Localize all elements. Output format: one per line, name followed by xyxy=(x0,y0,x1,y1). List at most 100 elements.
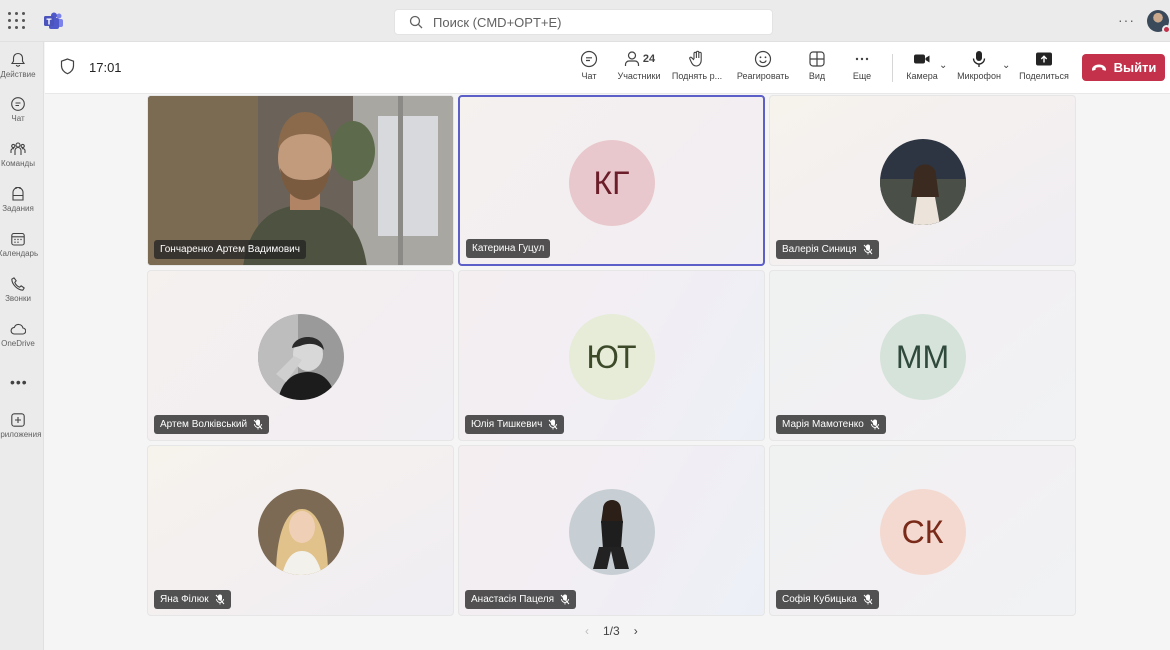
rail-label: Команды xyxy=(1,159,35,168)
more-options-icon[interactable]: ··· xyxy=(1118,12,1135,28)
photo-avatar xyxy=(257,489,344,575)
raise-hand-button[interactable]: Поднять р... xyxy=(669,50,725,81)
meeting-timer: 17:01 xyxy=(89,60,122,75)
mic-off-icon xyxy=(870,419,880,430)
chat-label: Чат xyxy=(581,71,597,81)
react-button[interactable]: Реагировать xyxy=(733,50,793,81)
participants-button[interactable]: 24 Участники xyxy=(614,50,664,81)
title-bar: Поиск (CMD+OPT+E) ··· xyxy=(0,0,1170,42)
leave-button[interactable]: Выйти xyxy=(1082,54,1165,81)
participant-tile[interactable]: ЮТ Юлія Тишкевич xyxy=(458,270,765,441)
rail-item-chat[interactable]: Чат xyxy=(0,96,44,123)
participants-label: Участники xyxy=(617,71,661,81)
participant-tile[interactable]: Яна Філюк xyxy=(147,445,454,616)
share-screen-icon xyxy=(1036,52,1052,66)
more-icon xyxy=(855,57,869,61)
gallery-pagination: ‹ 1/3 › xyxy=(585,624,638,638)
chat-icon xyxy=(580,50,598,68)
meeting-toolbar: 17:01 Чат 24 Участники Поднять р... Реаг… xyxy=(45,42,1170,94)
rail-label: Звонки xyxy=(5,294,31,303)
initials-avatar: ММ xyxy=(879,314,966,400)
camera-options-chevron-icon[interactable]: ⌄ xyxy=(939,60,947,71)
photo-avatar xyxy=(257,314,344,400)
shield-icon[interactable] xyxy=(60,58,75,75)
photo-avatar xyxy=(879,139,966,225)
app-launcher-icon[interactable] xyxy=(8,12,26,30)
bell-icon xyxy=(10,52,26,67)
more-button[interactable]: Еще xyxy=(849,50,875,81)
rail-item-onedrive[interactable]: OneDrive xyxy=(0,321,44,348)
calendar-icon xyxy=(11,232,25,246)
toolbar-divider xyxy=(892,54,893,82)
share-label: Поделиться xyxy=(1019,71,1069,81)
initials-avatar: КГ xyxy=(568,140,655,226)
participant-tile[interactable]: Валерія Синиця xyxy=(769,95,1076,266)
rail-item-activity[interactable]: Действие xyxy=(0,52,44,79)
mic-options-chevron-icon[interactable]: ⌄ xyxy=(1002,60,1010,71)
cloud-icon xyxy=(10,323,26,335)
mic-off-icon xyxy=(863,594,873,605)
rail-label: Приложения xyxy=(0,430,42,439)
mic-button[interactable]: Микрофон xyxy=(954,50,1004,81)
mic-off-icon xyxy=(548,419,558,430)
mic-off-icon xyxy=(253,419,263,430)
share-button[interactable]: Поделиться xyxy=(1016,50,1072,81)
camera-icon xyxy=(914,54,930,64)
participant-name-tag: Анастасія Пацеля xyxy=(465,590,577,609)
app-rail: Действие Чат Команды Задания Календарь З… xyxy=(0,42,44,650)
view-button[interactable]: Вид xyxy=(804,50,830,81)
more-apps-icon[interactable]: ••• xyxy=(10,374,28,390)
participant-name-tag: Юлія Тишкевич xyxy=(465,415,565,434)
teams-logo-icon xyxy=(44,12,63,29)
camera-button[interactable]: Камера xyxy=(903,50,941,81)
mic-off-icon xyxy=(560,594,570,605)
chat-icon xyxy=(11,97,25,111)
prev-page-chevron-icon[interactable]: ‹ xyxy=(585,624,589,638)
mic-off-icon xyxy=(215,594,224,605)
chat-button[interactable]: Чат xyxy=(576,50,602,81)
participant-name-tag: Валерія Синиця xyxy=(776,240,879,259)
rail-label: Чат xyxy=(11,114,25,123)
add-apps-icon xyxy=(11,413,25,427)
participant-tile[interactable]: СК Софія Кубицька xyxy=(769,445,1076,616)
participant-name-tag: Артем Волківський xyxy=(154,415,270,434)
participant-name-tag: Гончаренко Артем Вадимович xyxy=(154,240,306,259)
rail-item-assignments[interactable]: Задания xyxy=(0,186,44,213)
raise-hand-icon xyxy=(689,50,702,67)
rail-item-calendar[interactable]: Календарь xyxy=(0,231,44,258)
view-label: Вид xyxy=(808,71,826,81)
initials-avatar: ЮТ xyxy=(568,314,655,400)
participant-tile[interactable]: Артем Волківський xyxy=(147,270,454,441)
rail-label: Календарь xyxy=(0,249,39,258)
people-icon xyxy=(624,51,639,66)
next-page-chevron-icon[interactable]: › xyxy=(634,624,638,638)
user-avatar[interactable] xyxy=(1147,10,1170,34)
search-placeholder: Поиск (CMD+OPT+E) xyxy=(433,14,562,30)
assignments-icon xyxy=(12,186,24,201)
presence-busy-icon xyxy=(1162,25,1170,34)
emoji-icon xyxy=(754,50,772,68)
participant-name-tag: Катерина Гуцул xyxy=(466,239,551,258)
participant-name-tag: Софія Кубицька xyxy=(776,590,879,609)
rail-item-apps[interactable]: Приложения xyxy=(0,412,44,439)
participants-count: 24 xyxy=(642,53,656,65)
participant-tile[interactable]: Анастасія Пацеля xyxy=(458,445,765,616)
leave-label: Выйти xyxy=(1113,60,1157,75)
rail-label: OneDrive xyxy=(1,339,35,348)
more-label: Еще xyxy=(852,71,872,81)
video-gallery: Гончаренко Артем Вадимович КГ Катерина Г… xyxy=(45,94,1170,650)
search-input[interactable]: Поиск (CMD+OPT+E) xyxy=(394,9,773,35)
initials-avatar: СК xyxy=(879,489,966,575)
participant-name-tag: Марія Мамотенко xyxy=(776,415,886,434)
search-icon xyxy=(409,15,423,29)
participant-tile[interactable]: КГ Катерина Гуцул xyxy=(458,95,765,266)
rail-item-teams[interactable]: Команды xyxy=(0,141,44,168)
react-label: Реагировать xyxy=(736,71,790,81)
camera-label: Камера xyxy=(906,71,938,81)
participant-name-tag: Яна Філюк xyxy=(154,590,231,609)
phone-icon xyxy=(11,277,25,291)
rail-item-calls[interactable]: Звонки xyxy=(0,276,44,303)
grid-view-icon xyxy=(809,51,825,67)
participant-tile[interactable]: Гончаренко Артем Вадимович xyxy=(147,95,454,266)
participant-tile[interactable]: ММ Марія Мамотенко xyxy=(769,270,1076,441)
